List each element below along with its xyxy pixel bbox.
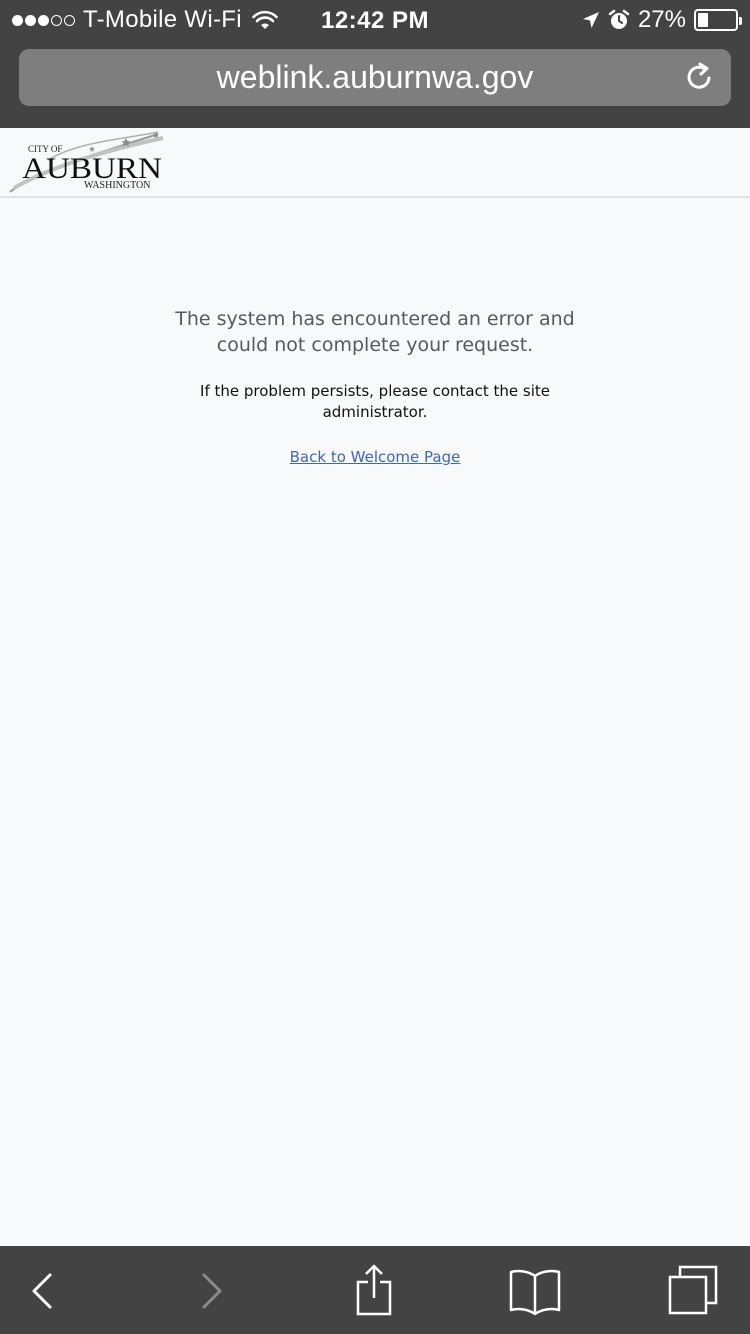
logo-washington: WASHINGTON — [84, 180, 150, 191]
battery-fill — [698, 13, 708, 27]
bookmarks-button[interactable] — [507, 1263, 563, 1319]
back-icon — [32, 1273, 52, 1309]
battery-icon — [694, 9, 742, 31]
error-message: The system has encountered an error and … — [175, 308, 575, 356]
alarm-icon — [608, 9, 630, 29]
site-header: CITY OF AUBURN WASHINGTON — [0, 128, 750, 198]
tabs-button[interactable] — [665, 1263, 721, 1319]
back-button[interactable] — [15, 1263, 71, 1319]
tabs-icon — [668, 1265, 718, 1315]
status-bar: T-Mobile Wi-Fi 12:42 PM 27% — [0, 0, 750, 40]
city-of-auburn-logo[interactable]: CITY OF AUBURN WASHINGTON — [8, 130, 168, 196]
forward-button[interactable] — [183, 1263, 239, 1319]
share-button[interactable] — [346, 1263, 402, 1319]
address-bar[interactable]: weblink.auburnwa.gov — [19, 49, 731, 106]
share-icon — [356, 1264, 392, 1316]
location-arrow-icon — [582, 12, 599, 28]
back-to-welcome-link[interactable]: Back to Welcome Page — [0, 448, 750, 466]
forward-icon — [202, 1273, 222, 1309]
bookmarks-icon — [509, 1269, 561, 1316]
error-detail: If the problem persists, please contact … — [200, 382, 550, 421]
browser-toolbar — [0, 1246, 750, 1334]
status-right: 27% — [582, 6, 742, 34]
url-text[interactable]: weblink.auburnwa.gov — [19, 59, 731, 96]
reload-icon[interactable] — [684, 61, 716, 93]
battery-percent: 27% — [637, 6, 686, 33]
browser-address-area: weblink.auburnwa.gov — [0, 40, 750, 128]
